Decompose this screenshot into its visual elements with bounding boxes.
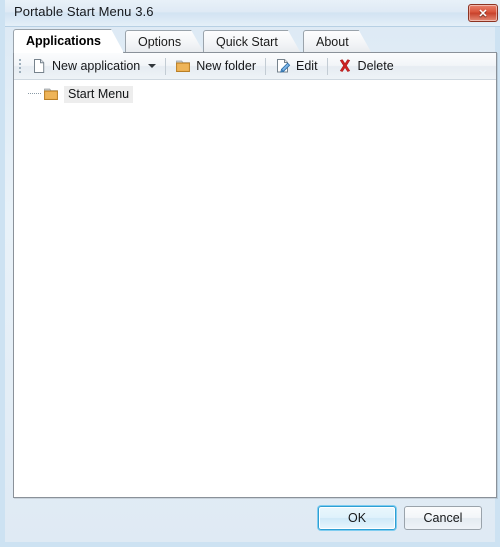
delete-button[interactable]: Delete [332,55,399,77]
edit-button[interactable]: Edit [270,55,323,77]
ok-label: OK [347,511,367,525]
new-document-icon [31,58,47,74]
tree-connector-line [28,93,41,95]
chevron-down-icon[interactable] [148,64,157,68]
new-application-label: New application [52,59,141,73]
cancel-label: Cancel [423,511,463,525]
edit-pencil-icon [275,58,291,74]
close-button[interactable]: ✕ [468,4,498,22]
tab-label: Applications [26,34,102,48]
tab-label: About [316,35,349,49]
delete-x-icon [337,58,353,74]
application-window: Portable Start Menu 3.6 ✕ Applications O… [0,0,500,547]
tab-options[interactable]: Options [125,30,204,53]
tree-item-start-menu[interactable]: Start Menu [28,85,134,103]
edit-label: Edit [296,59,318,73]
new-folder-button[interactable]: New folder [170,55,261,77]
close-icon: ✕ [478,7,488,20]
toolbar-separator [265,57,266,75]
dialog-footer: OK Cancel [5,498,495,542]
tab-label: Options [138,35,182,49]
tab-quick-start[interactable]: Quick Start [203,30,301,53]
tab-panel-applications: New application New folder Edit Delete S… [13,52,497,498]
tab-bar: Applications Options Quick Start About [13,30,497,53]
new-application-button[interactable]: New application [26,55,161,77]
ok-button[interactable]: OK [318,506,396,530]
cancel-button[interactable]: Cancel [404,506,482,530]
applications-tree[interactable]: Start Menu [14,81,496,497]
tree-item-label: Start Menu [64,85,134,103]
title-bar: Portable Start Menu 3.6 ✕ [5,0,500,27]
delete-label: Delete [357,59,394,73]
drag-grip-icon[interactable] [16,57,25,75]
toolbar-separator [165,57,167,75]
toolbar: New application New folder Edit Delete [14,53,496,80]
window-title: Portable Start Menu 3.6 [14,4,154,19]
toolbar-separator [326,57,328,75]
new-folder-label: New folder [196,59,256,73]
tab-about[interactable]: About [303,30,372,53]
folder-icon [43,86,59,102]
new-folder-icon [175,58,191,74]
tab-label: Quick Start [216,35,278,49]
tab-applications[interactable]: Applications [13,29,124,53]
